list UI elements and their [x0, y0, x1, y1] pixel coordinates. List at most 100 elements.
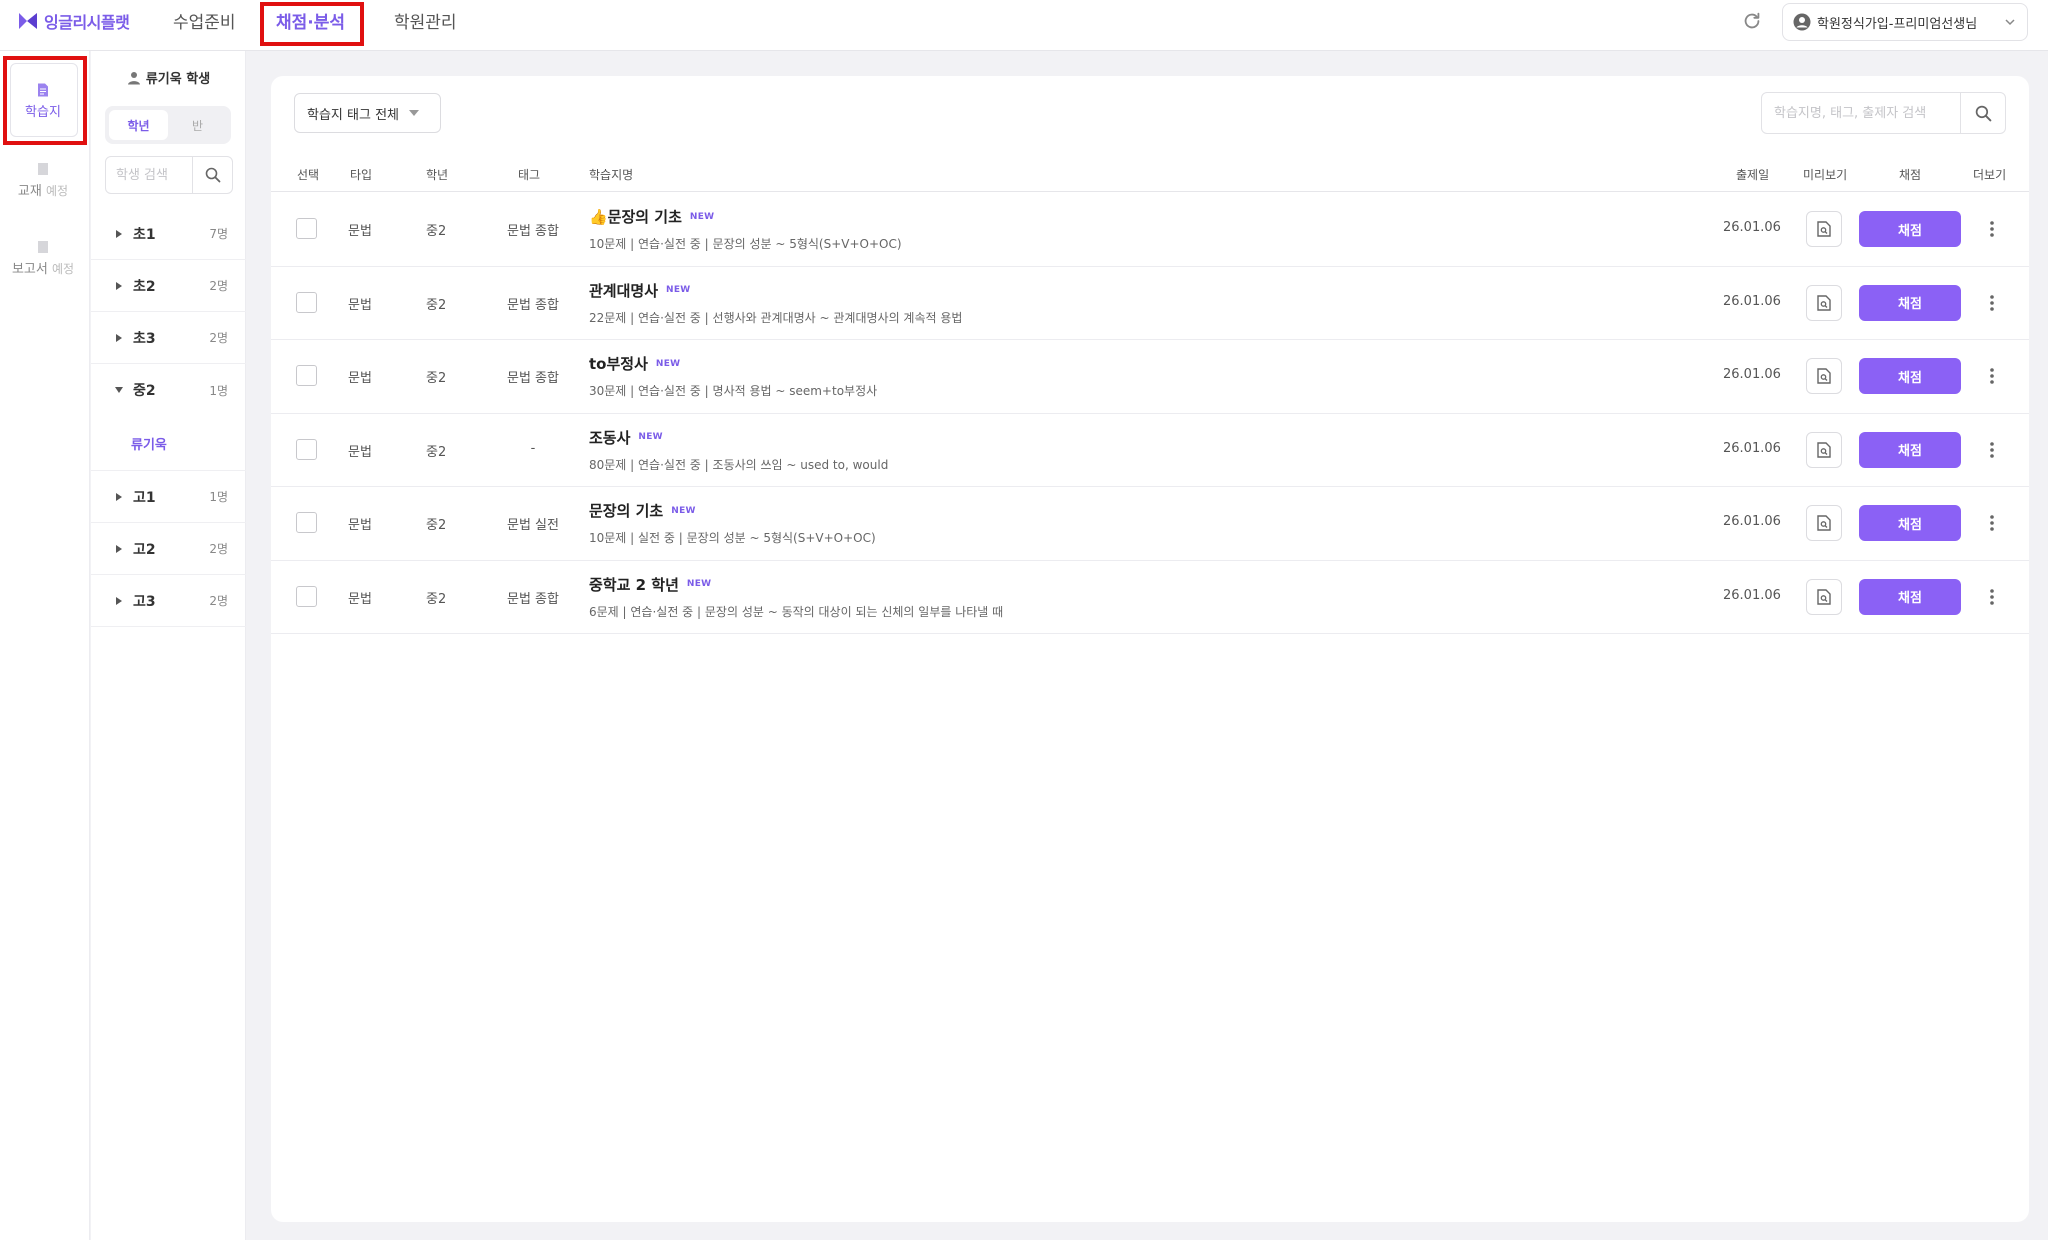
grade-button[interactable]: 채점	[1859, 211, 1961, 247]
grade-row-e3[interactable]: 초3 2명	[91, 312, 246, 364]
student-item[interactable]: 류기욱	[91, 416, 246, 471]
caret-right-icon	[116, 229, 122, 238]
refresh-icon[interactable]	[1741, 10, 1763, 32]
more-button[interactable]	[1985, 291, 1999, 315]
worksheet-title[interactable]: 조동사	[589, 427, 630, 448]
coming-soon-badge: 예정	[45, 184, 69, 198]
tag-filter-label: 학습지 태그 전체	[307, 107, 399, 123]
grade-button[interactable]: 채점	[1859, 578, 1961, 615]
grade-row-h1[interactable]: 고1 1명	[91, 471, 246, 523]
worksheet-description: 30문제 | 연습·실전 중 | 명사적 용법 ~ seem+to부정사	[589, 384, 878, 398]
more-button[interactable]	[1985, 438, 1999, 462]
preview-button[interactable]	[1806, 578, 1842, 615]
brand-logo[interactable]: 잉글리시플랫	[18, 9, 130, 33]
grade-button[interactable]: 채점	[1859, 431, 1961, 468]
grade-name: 초2	[133, 278, 156, 295]
row-grade: 중2	[426, 518, 447, 533]
grade-name: 초1	[133, 226, 156, 243]
row-checkbox[interactable]	[296, 512, 317, 533]
caret-right-icon	[116, 281, 122, 290]
worksheet-title[interactable]: 관계대명사	[589, 280, 658, 301]
worksheet-table-body: 문법 중2 문법 종합 👍문장의 기초 NEW 10문제 | 연습·실전 중 |…	[271, 193, 2029, 634]
row-tag: 문법 종합	[507, 371, 559, 386]
tab-class[interactable]: 반	[168, 110, 227, 140]
caret-right-icon	[116, 333, 122, 342]
grade-name: 고1	[133, 489, 156, 506]
row-tag: 문법 실전	[507, 518, 559, 533]
user-avatar-icon	[1793, 13, 1811, 31]
row-tag: -	[530, 440, 536, 456]
rail-label: 교재	[17, 184, 42, 199]
more-button[interactable]	[1985, 511, 1999, 535]
rail-item-textbook[interactable]: 교재 예정	[0, 162, 86, 199]
rail-item-report[interactable]: 보고서 예정	[0, 240, 86, 277]
grade-button[interactable]: 채점	[1859, 358, 1961, 394]
student-search-input[interactable]	[106, 157, 192, 193]
row-checkbox[interactable]	[296, 585, 317, 607]
search-icon	[1975, 105, 1991, 121]
grade-row-m2[interactable]: 중2 1명	[91, 364, 246, 416]
nav-lesson-prep[interactable]: 수업준비	[173, 8, 236, 33]
grade-row-e2[interactable]: 초2 2명	[91, 260, 246, 312]
tab-grade[interactable]: 학년	[109, 110, 168, 140]
grade-count: 1명	[209, 383, 228, 398]
more-button[interactable]	[1985, 585, 1999, 609]
row-grade: 중2	[426, 591, 447, 607]
worksheet-title[interactable]: 👍문장의 기초	[589, 206, 682, 227]
row-title-line: 조동사 NEW	[589, 427, 663, 448]
col-grading: 채점	[1899, 168, 1922, 182]
more-vertical-icon	[1990, 368, 1994, 384]
row-type: 문법	[348, 297, 372, 313]
grade-button[interactable]: 채점	[1859, 505, 1961, 541]
worksheet-title[interactable]: to부정사	[589, 353, 648, 374]
preview-button[interactable]	[1806, 211, 1842, 247]
more-vertical-icon	[1990, 221, 1994, 237]
more-button[interactable]	[1985, 217, 1999, 241]
worksheet-search-button[interactable]	[1960, 93, 2005, 133]
row-checkbox[interactable]	[296, 291, 317, 313]
preview-button[interactable]	[1806, 284, 1842, 321]
preview-button[interactable]	[1806, 505, 1842, 541]
grade-class-toggle: 학년 반	[105, 106, 231, 144]
report-icon	[38, 241, 48, 253]
worksheet-search	[1761, 92, 2006, 134]
col-date: 출제일	[1736, 168, 1770, 182]
grade-count: 2명	[209, 331, 228, 345]
grade-count: 2명	[209, 594, 228, 608]
col-grade: 학년	[426, 168, 449, 182]
preview-button[interactable]	[1806, 358, 1842, 394]
left-rail: 학습지 교재 예정 보고서 예정	[0, 51, 90, 1240]
rail-label: 학습지	[25, 105, 61, 120]
rail-item-worksheet[interactable]: 학습지	[0, 83, 86, 120]
row-type: 문법	[348, 224, 372, 239]
nav-academy-management[interactable]: 학원관리	[394, 8, 457, 33]
grade-name: 고2	[133, 541, 156, 558]
row-tag: 문법 종합	[507, 224, 559, 239]
row-checkbox[interactable]	[296, 365, 317, 386]
worksheet-title[interactable]: 문장의 기초	[589, 500, 663, 521]
brand-logo-icon	[19, 13, 37, 29]
grade-button[interactable]: 채점	[1859, 284, 1961, 321]
user-menu[interactable]: 학원정식가입-프리미엄선생님	[1782, 3, 2028, 41]
row-checkbox[interactable]	[296, 438, 317, 460]
worksheet-description: 22문제 | 연습·실전 중 | 선행사와 관계대명사 ~ 관계대명사의 계속적…	[589, 310, 963, 325]
grade-row-h2[interactable]: 고2 2명	[91, 523, 246, 575]
grade-name: 중2	[133, 383, 156, 399]
more-button[interactable]	[1985, 364, 1999, 388]
worksheet-list-card: 학습지 태그 전체 선택 타입 학년 태그 학습지명 출제일 미리보기 채점 더…	[271, 76, 2029, 1222]
grade-row-h3[interactable]: 고3 2명	[91, 575, 246, 627]
worksheet-title[interactable]: 중학교 2 학년	[589, 574, 679, 595]
row-title-line: 👍문장의 기초 NEW	[589, 206, 714, 227]
grade-count: 2명	[209, 542, 228, 556]
table-header: 선택 타입 학년 태그 학습지명 출제일 미리보기 채점 더보기	[271, 154, 2029, 192]
grade-row-e1[interactable]: 초1 7명	[91, 208, 246, 260]
student-search-button[interactable]	[192, 157, 232, 193]
preview-doc-icon	[1817, 515, 1831, 531]
preview-button[interactable]	[1806, 431, 1842, 468]
row-checkbox[interactable]	[296, 218, 317, 239]
tag-filter-dropdown[interactable]: 학습지 태그 전체	[294, 93, 441, 133]
worksheet-description: 10문제 | 실전 중 | 문장의 성분 ~ 5형식(S+V+O+OC)	[589, 531, 876, 545]
worksheet-search-input[interactable]	[1762, 93, 1960, 133]
row-grade: 중2	[426, 224, 447, 239]
col-worksheet-name: 학습지명	[589, 168, 634, 182]
